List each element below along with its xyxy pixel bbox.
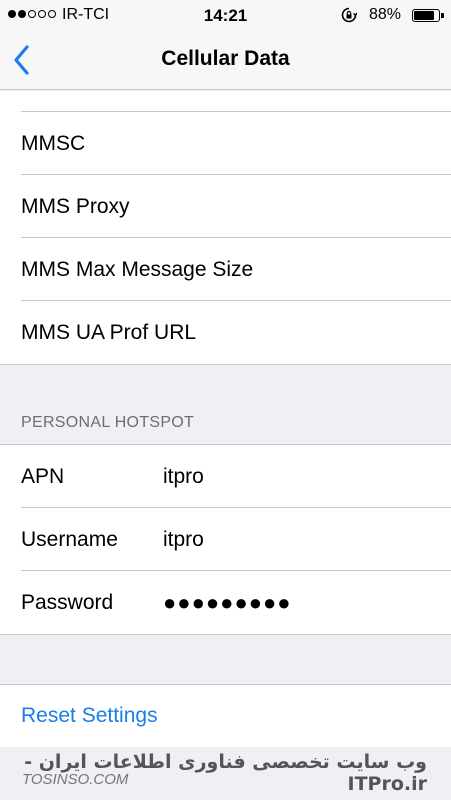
battery-level-fill	[414, 11, 435, 20]
mms-settings-group: MMSC MMS Proxy MMS Max Message Size MMS …	[0, 91, 451, 365]
reset-group: Reset Settings	[0, 684, 451, 747]
status-bar: IR-TCI 14:21 88%	[0, 0, 451, 30]
row-label: MMS Proxy	[21, 194, 130, 218]
battery-icon	[412, 9, 444, 22]
mms-max-message-size-row[interactable]: MMS Max Message Size	[0, 238, 451, 301]
page-title: Cellular Data	[161, 47, 290, 70]
section-header-personal-hotspot: PERSONAL HOTSPOT	[21, 414, 195, 431]
rotation-lock-icon	[341, 7, 357, 23]
mms-ua-prof-url-row[interactable]: MMS UA Prof URL	[0, 301, 451, 364]
row-label: Username	[21, 527, 118, 551]
username-row[interactable]: Username itpro	[0, 508, 451, 571]
row-label: MMS Max Message Size	[21, 257, 254, 281]
battery-percent: 88%	[369, 6, 402, 23]
reset-settings-button[interactable]: Reset Settings	[21, 704, 158, 728]
password-field[interactable]: ●●●●●●●●●	[163, 590, 292, 616]
apn-field[interactable]: itpro	[163, 465, 204, 489]
row-label: Password	[21, 590, 114, 614]
password-row[interactable]: Password ●●●●●●●●●	[0, 571, 451, 634]
mmsc-row[interactable]: MMSC	[0, 112, 451, 175]
watermark: وب سایت تخصصی فناوری اطلاعات ایران - ITP…	[0, 747, 451, 800]
watermark-site: TOSINSO.COM	[22, 771, 129, 788]
navigation-bar: Cellular Data	[0, 30, 451, 90]
mms-proxy-row[interactable]: MMS Proxy	[0, 175, 451, 238]
apn-row[interactable]: APN itpro	[0, 445, 451, 508]
username-field[interactable]: itpro	[163, 528, 204, 552]
row-label: MMSC	[21, 131, 86, 155]
personal-hotspot-group: APN itpro Username itpro Password ●●●●●●…	[0, 444, 451, 635]
row-label: APN	[21, 464, 65, 488]
list-item	[0, 91, 451, 112]
row-label: MMS UA Prof URL	[21, 320, 197, 344]
